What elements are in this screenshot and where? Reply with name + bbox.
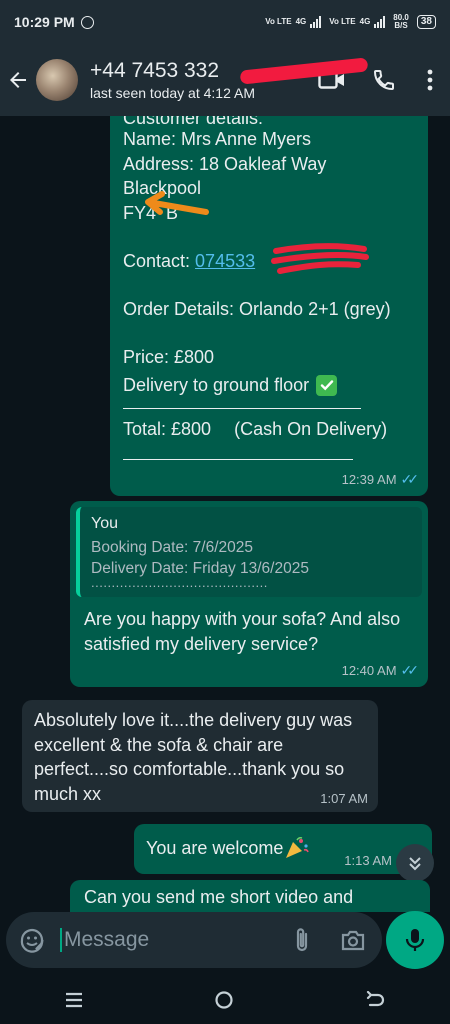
order-total: Total: £800 [123,419,212,439]
read-receipt-icon: ✓✓ [400,471,420,487]
message-bubble-reply[interactable]: You Booking Date: 7/6/2025 Delivery Date… [70,501,428,687]
sim2-label: Vo LTE [329,17,356,26]
phone-icon [373,70,394,91]
sim1-signal-icon [310,16,322,28]
read-receipt-icon: ✓✓ [400,662,420,678]
whatsapp-notification-icon [80,15,94,29]
sim1-label: Vo LTE [265,17,292,26]
voice-call-button[interactable] [358,44,410,116]
divider-bottom [123,459,353,460]
contact-name: +44 7453 332 [90,59,220,82]
welcome-row: You are welcome [146,836,310,861]
status-bar: 10:29 PM Vo LTE 4G Vo LTE 4G 80.0 B/S 38 [0,0,450,44]
message-bubble-partial[interactable]: Can you send me short video and [70,880,430,912]
quote-line-1: Booking Date: 7/6/2025 [91,539,254,556]
sim1-volte: Vo LTE [265,18,291,26]
more-options-button[interactable] [410,44,450,116]
welcome-time: 1:13 AM [344,853,392,868]
divider-top [123,408,361,409]
contact-name-row: +44 7453 332 [90,57,369,85]
reply-time: 12:40 AM [341,663,397,678]
order-total-row: Total: £800 (Cash On Delivery) [123,417,387,442]
message-bubble-welcome[interactable]: You are welcome 1:13 AM [134,824,432,874]
scroll-to-bottom-button[interactable] [396,844,434,882]
order-contact-label: Contact: [123,251,196,271]
system-navigation-bar [0,976,450,1024]
welcome-text: You are welcome [146,838,284,858]
welcome-meta: 1:13 AM [344,853,392,868]
incoming-time: 1:07 AM [320,791,368,806]
quote-line-3: ........................................… [91,575,268,590]
status-time: 10:29 PM [14,14,75,30]
back-arrow-icon [10,72,26,88]
chat-header: +44 7453 332 last seen today at 4:12 AM [0,44,450,116]
message-placeholder: Message [64,927,150,951]
contact-redaction-scribble [271,243,369,274]
check-mark-icon [316,374,338,396]
sim2-signal-icon [374,16,386,28]
voice-message-button[interactable] [386,911,444,969]
back-button[interactable] [0,44,36,116]
speed-unit: B/S [394,21,408,30]
orange-redaction-arrow [145,191,209,215]
camera-icon[interactable] [340,928,366,952]
reply-text: Are you happy with your sofa? And also s… [84,609,401,654]
more-vertical-icon [427,69,433,91]
order-meta: 12:39 AM ✓✓ [341,471,420,488]
back-nav-icon[interactable] [365,991,385,1009]
message-bubble-order[interactable]: Customer details: Name: Mrs Anne Myers A… [110,116,428,496]
partial-text: Can you send me short video and [84,887,354,907]
chat-area[interactable]: Customer details: Name: Mrs Anne Myers A… [0,116,450,912]
reply-meta: 12:40 AM ✓✓ [341,662,420,679]
incoming-text: Absolutely love it....the delivery guy w… [34,710,353,804]
last-seen: last seen today at 4:12 AM [90,85,255,101]
sim2-network-label: 4G [359,17,371,26]
home-icon[interactable] [214,990,234,1010]
order-delivery: Delivery to ground floor [123,375,310,395]
order-address: Address: 18 Oakleaf Way [123,154,327,174]
order-contact-row: Contact: 074533 [123,249,255,274]
double-chevron-down-icon [409,857,421,871]
order-time: 12:39 AM [341,472,397,487]
order-delivery-row: Delivery to ground floor [123,373,338,398]
text-caret [60,928,62,953]
quoted-message[interactable]: You Booking Date: 7/6/2025 Delivery Date… [76,507,422,597]
message-composer[interactable]: Message [6,912,382,968]
order-details: Order Details: Orlando 2+1 (grey) [123,299,391,319]
recent-apps-icon[interactable] [65,992,83,1008]
emoji-sticker-icon[interactable] [18,926,46,954]
party-popper-icon [286,837,310,859]
avatar[interactable] [36,59,78,101]
order-name: Name: Mrs Anne Myers [123,129,312,149]
battery-icon: 38 [416,15,436,29]
microphone-icon [405,929,425,951]
video-call-button[interactable] [306,44,358,116]
sim2-volte: Vo LTE [329,18,355,26]
order-payment: (Cash On Delivery) [234,419,388,439]
message-input[interactable]: Message [60,927,292,953]
order-price: Price: £800 [123,347,215,367]
network-speed: 80.0 B/S [393,14,409,30]
battery-level: 38 [420,16,432,27]
sim1-network-label: 4G [295,17,307,26]
incoming-meta: 1:07 AM [320,791,368,806]
attach-icon[interactable] [292,926,312,954]
order-contact-number[interactable]: 074533 [195,251,255,271]
status-indicators: Vo LTE 4G Vo LTE 4G 80.0 B/S 38 [265,14,436,30]
quote-author: You [91,515,118,532]
contact-info[interactable]: +44 7453 332 last seen today at 4:12 AM [90,57,369,101]
message-bubble-incoming[interactable]: Absolutely love it....the delivery guy w… [22,700,378,812]
